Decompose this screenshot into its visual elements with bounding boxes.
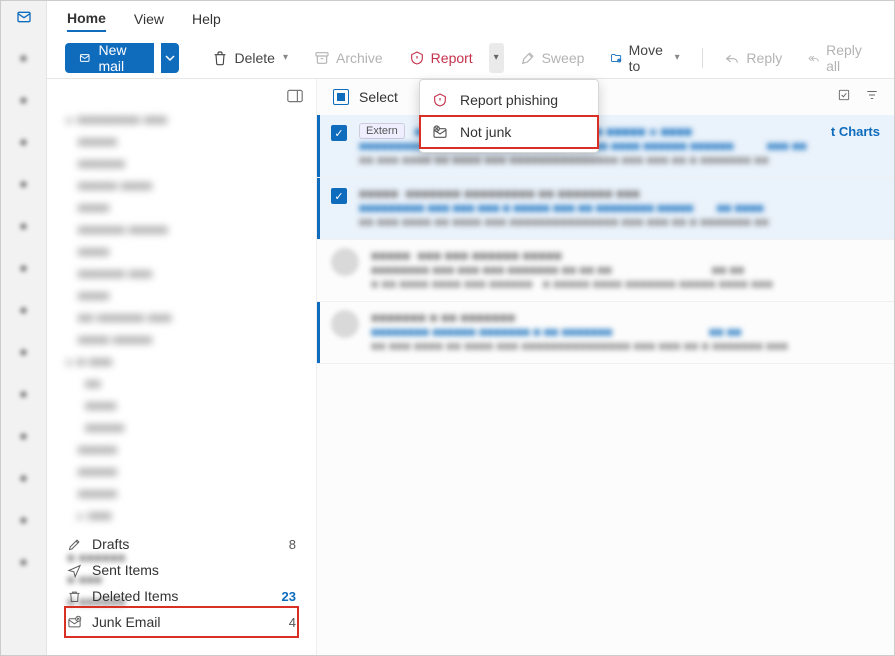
- nav-junk-count: 4: [289, 615, 296, 630]
- rail-item[interactable]: ●: [12, 299, 36, 323]
- not-junk-icon: [432, 124, 450, 140]
- nav-deleted-count: 23: [282, 589, 296, 604]
- nav-junk[interactable]: Junk Email 4: [67, 609, 296, 635]
- message-row[interactable]: ■■■■■ ■■■ ■■■ ■■■■■■ ■■■■■ ■■■■■■■■ ■■■ …: [317, 240, 894, 302]
- avatar: [331, 310, 359, 338]
- select-toggle[interactable]: [333, 89, 349, 105]
- report-button[interactable]: Report: [399, 43, 483, 73]
- archive-button: Archive: [304, 43, 393, 73]
- nav-sent[interactable]: Sent Items: [67, 557, 296, 583]
- sweep-label: Sweep: [542, 50, 585, 66]
- avatar: [331, 248, 359, 276]
- msg-subject-blurred: ■■■■■■■■ ■■■■■■ ■■■■■■■ ■ ■■ ■■■■■■■ ■■ …: [371, 325, 880, 339]
- external-tag: Extern: [359, 123, 405, 139]
- drafts-icon: [67, 537, 82, 552]
- msg-preview-blurred: ■■ ■■■ ■■■■ ■■ ■■■■ ■■■ ■■■■■■■■■■■■■■■ …: [359, 153, 880, 167]
- nav-deleted-label: Deleted Items: [92, 588, 178, 604]
- chevron-down-icon: ▾: [675, 52, 680, 63]
- nav-system-folders: Drafts 8 Sent Items Deleted Items 23 Jun…: [47, 531, 316, 635]
- report-dropdown: Report phishing Not junk: [419, 79, 599, 153]
- msg-preview-blurred: ■ ■■ ■■■■ ■■■■ ■■■ ■■■■■■ ■ ■■■■■ ■■■■ ■…: [371, 277, 880, 291]
- rail-item[interactable]: ●: [12, 509, 36, 533]
- message-area: Select ✓ Extern ■■■■■■■■■■ ■■ ■■■■■■■■■■…: [317, 79, 894, 655]
- rail-item[interactable]: ●: [12, 173, 36, 197]
- rail-item[interactable]: ●: [12, 131, 36, 155]
- move-to-button[interactable]: Move to ▾: [600, 43, 689, 73]
- msg-sender-blurred: ■■■■■ ■■■■■■■ ■■■■■■■■■ ■■ ■■■■■■■ ■■■: [359, 186, 880, 201]
- rail-item[interactable]: ●: [12, 257, 36, 281]
- nav-junk-label: Junk Email: [92, 614, 160, 630]
- menu-help[interactable]: Help: [192, 7, 221, 31]
- msg-sender-blurred: ■■■■■■■ ■ ■■ ■■■■■■■: [371, 310, 880, 325]
- menu-bar: Home View Help: [47, 1, 894, 37]
- delete-button[interactable]: Delete ▾: [202, 43, 298, 73]
- new-mail-split[interactable]: [161, 43, 179, 73]
- msg-sender-blurred: ■■■■■ ■■■ ■■■ ■■■■■■ ■■■■■: [371, 248, 880, 263]
- rail-item[interactable]: ●: [12, 467, 36, 491]
- sweep-button: Sweep: [510, 43, 595, 73]
- move-to-label: Move to: [629, 42, 667, 74]
- message-list: ✓ Extern ■■■■■■■■■■ ■■ ■■■■■■■■■■■ ■■■■■…: [317, 115, 894, 364]
- msg-preview-blurred: ■■ ■■■ ■■■■ ■■ ■■■■ ■■■ ■■■■■■■■■■■■■■■ …: [371, 339, 880, 353]
- message-checkbox[interactable]: ✓: [331, 188, 347, 204]
- reply-label: Reply: [746, 50, 782, 66]
- rail-item[interactable]: ●: [12, 47, 36, 71]
- rail-mail-icon[interactable]: [12, 5, 36, 29]
- trash-icon: [67, 589, 82, 604]
- report-split[interactable]: ▾: [489, 43, 504, 73]
- message-row[interactable]: ✓ Extern ■■■■■■■■■■ ■■ ■■■■■■■■■■■ ■■■■■…: [317, 115, 894, 178]
- rail-item[interactable]: ●: [12, 215, 36, 239]
- message-row[interactable]: ■■■■■■■ ■ ■■ ■■■■■■■ ■■■■■■■■ ■■■■■■ ■■■…: [317, 302, 894, 364]
- msg-subject-blurred: ■■■■■■■■■ ■■■ ■■■ ■■■ ■ ■■■■■ ■■■ ■■ ■■■…: [359, 201, 880, 215]
- report-phishing-item[interactable]: Report phishing: [420, 84, 598, 116]
- nav-deleted[interactable]: Deleted Items 23: [67, 583, 296, 609]
- junk-icon: [67, 615, 82, 630]
- msg-title-fragment: t Charts: [831, 124, 880, 139]
- nav-drafts-count: 8: [289, 537, 296, 552]
- toolbar: New mail Delete ▾ Archive Report ▾ Sweep…: [47, 37, 894, 79]
- filter-icon[interactable]: [864, 87, 880, 103]
- report-label: Report: [431, 50, 473, 66]
- nav-pane: ▸ ■■■■■■■■ ■■■ ■■■■■ ■■■■■■ ■■■■■ ■■■■ ■…: [47, 79, 317, 655]
- reply-all-label: Reply all: [826, 42, 866, 74]
- rail-item[interactable]: ●: [12, 383, 36, 407]
- msg-preview-blurred: ■■ ■■■ ■■■■ ■■ ■■■■ ■■■ ■■■■■■■■■■■■■■■ …: [359, 215, 880, 229]
- not-junk-label: Not junk: [460, 124, 511, 140]
- select-label: Select: [359, 89, 398, 105]
- msg-subject-blurred: ■■■■■■■■ ■■■ ■■■ ■■■ ■■■■■■■ ■■ ■■ ■■ ■■…: [371, 263, 880, 277]
- reply-all-button: Reply all: [798, 43, 876, 73]
- new-mail-label: New mail: [98, 42, 139, 74]
- nav-sent-label: Sent Items: [92, 562, 159, 578]
- new-mail-button[interactable]: New mail: [65, 43, 154, 73]
- nav-drafts-label: Drafts: [92, 536, 129, 552]
- separator: [702, 48, 703, 68]
- rail-item[interactable]: ●: [12, 89, 36, 113]
- message-row[interactable]: ✓ ■■■■■ ■■■■■■■ ■■■■■■■■■ ■■ ■■■■■■■ ■■■…: [317, 178, 894, 240]
- archive-label: Archive: [336, 50, 383, 66]
- chevron-down-icon: ▾: [283, 52, 288, 63]
- app-rail: ● ● ● ● ● ● ● ● ● ● ● ● ●: [1, 1, 47, 655]
- message-checkbox[interactable]: ✓: [331, 125, 347, 141]
- report-phishing-label: Report phishing: [460, 92, 558, 108]
- reply-button: Reply: [714, 43, 792, 73]
- unread-bar: [317, 115, 320, 177]
- rail-item[interactable]: ●: [12, 341, 36, 365]
- header-icon-1[interactable]: [836, 87, 852, 103]
- nav-drafts[interactable]: Drafts 8: [67, 531, 296, 557]
- sent-icon: [67, 563, 82, 578]
- rail-item[interactable]: ●: [12, 551, 36, 575]
- message-list-header: Select: [317, 79, 894, 115]
- unread-bar: [317, 178, 320, 239]
- unread-bar: [317, 302, 320, 363]
- menu-home[interactable]: Home: [67, 6, 106, 32]
- delete-label: Delete: [234, 50, 274, 66]
- collapse-icon[interactable]: [284, 85, 306, 107]
- menu-view[interactable]: View: [134, 7, 164, 31]
- rail-item[interactable]: ●: [12, 425, 36, 449]
- shield-alert-icon: [432, 92, 450, 108]
- not-junk-item[interactable]: Not junk: [420, 116, 598, 148]
- nav-folder-tree-blurred: ▸ ■■■■■■■■ ■■■ ■■■■■ ■■■■■■ ■■■■■ ■■■■ ■…: [67, 109, 296, 537]
